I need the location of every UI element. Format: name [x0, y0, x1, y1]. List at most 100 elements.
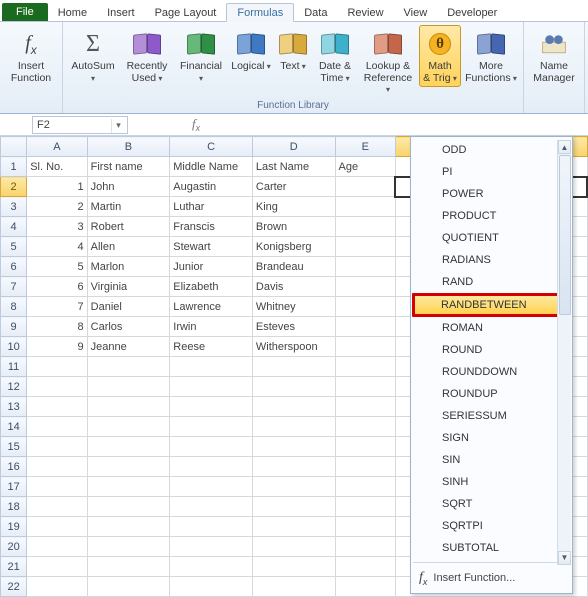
- cell[interactable]: Robert: [87, 217, 170, 237]
- menu-item-subtotal[interactable]: SUBTOTAL: [413, 537, 570, 559]
- cell[interactable]: [170, 437, 253, 457]
- cell[interactable]: [335, 477, 395, 497]
- cell[interactable]: [335, 337, 395, 357]
- cell[interactable]: [170, 517, 253, 537]
- cell[interactable]: [87, 517, 170, 537]
- col-header-B[interactable]: B: [87, 137, 170, 157]
- cell[interactable]: Esteves: [252, 317, 335, 337]
- tab-data[interactable]: Data: [294, 4, 337, 21]
- cell[interactable]: 8: [27, 317, 87, 337]
- cell[interactable]: [27, 417, 87, 437]
- cell[interactable]: [335, 437, 395, 457]
- cell[interactable]: [335, 577, 395, 597]
- name-manager-button[interactable]: NameManager: [528, 25, 580, 87]
- tab-file[interactable]: File: [2, 3, 48, 21]
- cell[interactable]: [170, 377, 253, 397]
- cell[interactable]: [335, 277, 395, 297]
- col-header-C[interactable]: C: [170, 137, 253, 157]
- financial-button[interactable]: Financial: [175, 25, 227, 87]
- cell[interactable]: [170, 497, 253, 517]
- row-header[interactable]: 18: [1, 497, 27, 517]
- menu-scrollbar[interactable]: ▲ ▼: [557, 140, 571, 565]
- cell[interactable]: Virginia: [87, 277, 170, 297]
- select-all-corner[interactable]: [1, 137, 27, 157]
- cell[interactable]: [335, 537, 395, 557]
- cell[interactable]: [252, 477, 335, 497]
- menu-item-seriessum[interactable]: SERIESSUM: [413, 405, 570, 427]
- fx-icon[interactable]: f: [192, 116, 200, 134]
- cell[interactable]: [27, 457, 87, 477]
- menu-item-radians[interactable]: RADIANS: [413, 249, 570, 271]
- cell[interactable]: [335, 357, 395, 377]
- cell[interactable]: Carter: [252, 177, 335, 197]
- row-header[interactable]: 2: [1, 177, 27, 197]
- cell[interactable]: [170, 537, 253, 557]
- row-header[interactable]: 16: [1, 457, 27, 477]
- cell[interactable]: 2: [27, 197, 87, 217]
- cell[interactable]: Jeanne: [87, 337, 170, 357]
- row-header[interactable]: 10: [1, 337, 27, 357]
- menu-item-sign[interactable]: SIGN: [413, 427, 570, 449]
- cell[interactable]: [87, 577, 170, 597]
- cell[interactable]: Allen: [87, 237, 170, 257]
- cell[interactable]: Brown: [252, 217, 335, 237]
- cell[interactable]: [170, 557, 253, 577]
- menu-item-roman[interactable]: ROMAN: [413, 317, 570, 339]
- cell[interactable]: Luthar: [170, 197, 253, 217]
- cell[interactable]: 7: [27, 297, 87, 317]
- cell[interactable]: [87, 457, 170, 477]
- cell[interactable]: Martin: [87, 197, 170, 217]
- cell[interactable]: 1: [27, 177, 87, 197]
- scroll-thumb[interactable]: [559, 155, 571, 315]
- menu-item-round[interactable]: ROUND: [413, 339, 570, 361]
- row-header[interactable]: 5: [1, 237, 27, 257]
- tab-formulas[interactable]: Formulas: [226, 3, 294, 22]
- cell[interactable]: [87, 557, 170, 577]
- cell[interactable]: [27, 517, 87, 537]
- menu-item-sinh[interactable]: SINH: [413, 471, 570, 493]
- menu-item-sqrtpi[interactable]: SQRTPI: [413, 515, 570, 537]
- cell[interactable]: [27, 377, 87, 397]
- col-header-D[interactable]: D: [252, 137, 335, 157]
- cell[interactable]: [170, 397, 253, 417]
- cell[interactable]: First name: [87, 157, 170, 177]
- cell[interactable]: [87, 357, 170, 377]
- cell[interactable]: Konigsberg: [252, 237, 335, 257]
- tab-page-layout[interactable]: Page Layout: [145, 4, 227, 21]
- cell[interactable]: 3: [27, 217, 87, 237]
- cell[interactable]: [335, 457, 395, 477]
- cell[interactable]: [87, 437, 170, 457]
- cell[interactable]: [170, 417, 253, 437]
- cell[interactable]: [252, 397, 335, 417]
- cell[interactable]: Reese: [170, 337, 253, 357]
- row-header[interactable]: 14: [1, 417, 27, 437]
- cell[interactable]: [27, 477, 87, 497]
- formula-input[interactable]: [206, 116, 588, 134]
- cell[interactable]: [87, 537, 170, 557]
- cell[interactable]: Stewart: [170, 237, 253, 257]
- math-trig-dropdown[interactable]: ODDPIPOWERPRODUCTQUOTIENTRADIANSRANDRAND…: [410, 136, 573, 594]
- logical-button[interactable]: Logical: [229, 25, 273, 76]
- menu-item-product[interactable]: PRODUCT: [413, 205, 570, 227]
- cell[interactable]: [27, 397, 87, 417]
- insert-function-menu-item[interactable]: fx Insert Function...: [411, 566, 572, 591]
- cell[interactable]: [252, 457, 335, 477]
- cell[interactable]: Carlos: [87, 317, 170, 337]
- cell[interactable]: Daniel: [87, 297, 170, 317]
- cell[interactable]: [170, 477, 253, 497]
- cell[interactable]: [335, 297, 395, 317]
- cell[interactable]: [335, 417, 395, 437]
- cell[interactable]: [27, 437, 87, 457]
- cell[interactable]: Elizabeth: [170, 277, 253, 297]
- menu-item-sqrt[interactable]: SQRT: [413, 493, 570, 515]
- menu-item-quotient[interactable]: QUOTIENT: [413, 227, 570, 249]
- cell[interactable]: [27, 577, 87, 597]
- cell[interactable]: [170, 357, 253, 377]
- insert-function-button[interactable]: fx InsertFunction: [4, 25, 58, 87]
- cell[interactable]: [252, 577, 335, 597]
- menu-item-sin[interactable]: SIN: [413, 449, 570, 471]
- date-time-button[interactable]: Date &Time: [313, 25, 357, 87]
- cell[interactable]: [87, 497, 170, 517]
- cell[interactable]: 5: [27, 257, 87, 277]
- more-functions-button[interactable]: MoreFunctions: [463, 25, 519, 87]
